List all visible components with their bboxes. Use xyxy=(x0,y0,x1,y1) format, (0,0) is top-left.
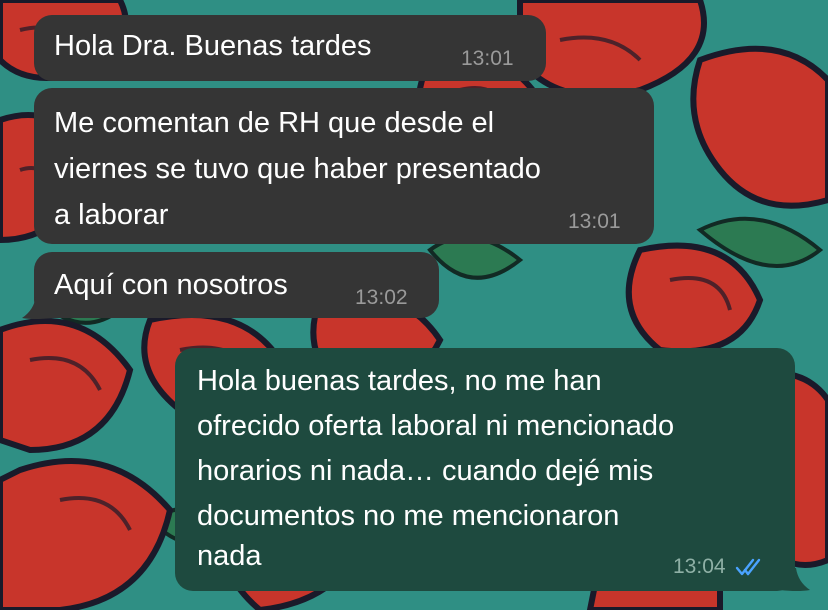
message-meta: 13:04 xyxy=(673,555,767,579)
bubble-tail-icon xyxy=(780,568,810,591)
message-text: Hola buenas tardes, no me han xyxy=(197,365,602,397)
message-text: Aquí con nosotros xyxy=(54,269,288,301)
message-timestamp: 13:04 xyxy=(673,555,726,578)
message-text: ofrecido oferta laboral ni mencionado xyxy=(197,410,675,442)
message-text: a laborar xyxy=(54,199,169,231)
message-timestamp: 13:01 xyxy=(461,47,514,70)
message-timestamp: 13:02 xyxy=(355,286,408,309)
message-text: Hola Dra. Buenas tardes xyxy=(54,30,372,62)
message-text: nada xyxy=(197,540,262,572)
message-bubble-incoming[interactable]: Aquí con nosotros 13:02 xyxy=(34,252,439,318)
message-timestamp: 13:01 xyxy=(568,210,621,233)
message-bubble-incoming[interactable]: Me comentan de RH que desde el viernes s… xyxy=(34,88,654,244)
message-bubble-outgoing[interactable]: Hola buenas tardes, no me han ofrecido o… xyxy=(175,348,795,591)
message-text: viernes se tuvo que haber presentado xyxy=(54,153,541,185)
double-check-read-icon xyxy=(736,559,761,576)
message-bubble-incoming[interactable]: Hola Dra. Buenas tardes 13:01 xyxy=(34,15,546,81)
message-text: horarios ni nada… cuando dejé mis xyxy=(197,455,654,487)
message-text: Me comentan de RH que desde el xyxy=(54,107,495,139)
bubble-tail-icon xyxy=(22,296,52,319)
chat-message-list: Hola Dra. Buenas tardes 13:01 Me comenta… xyxy=(0,0,828,610)
